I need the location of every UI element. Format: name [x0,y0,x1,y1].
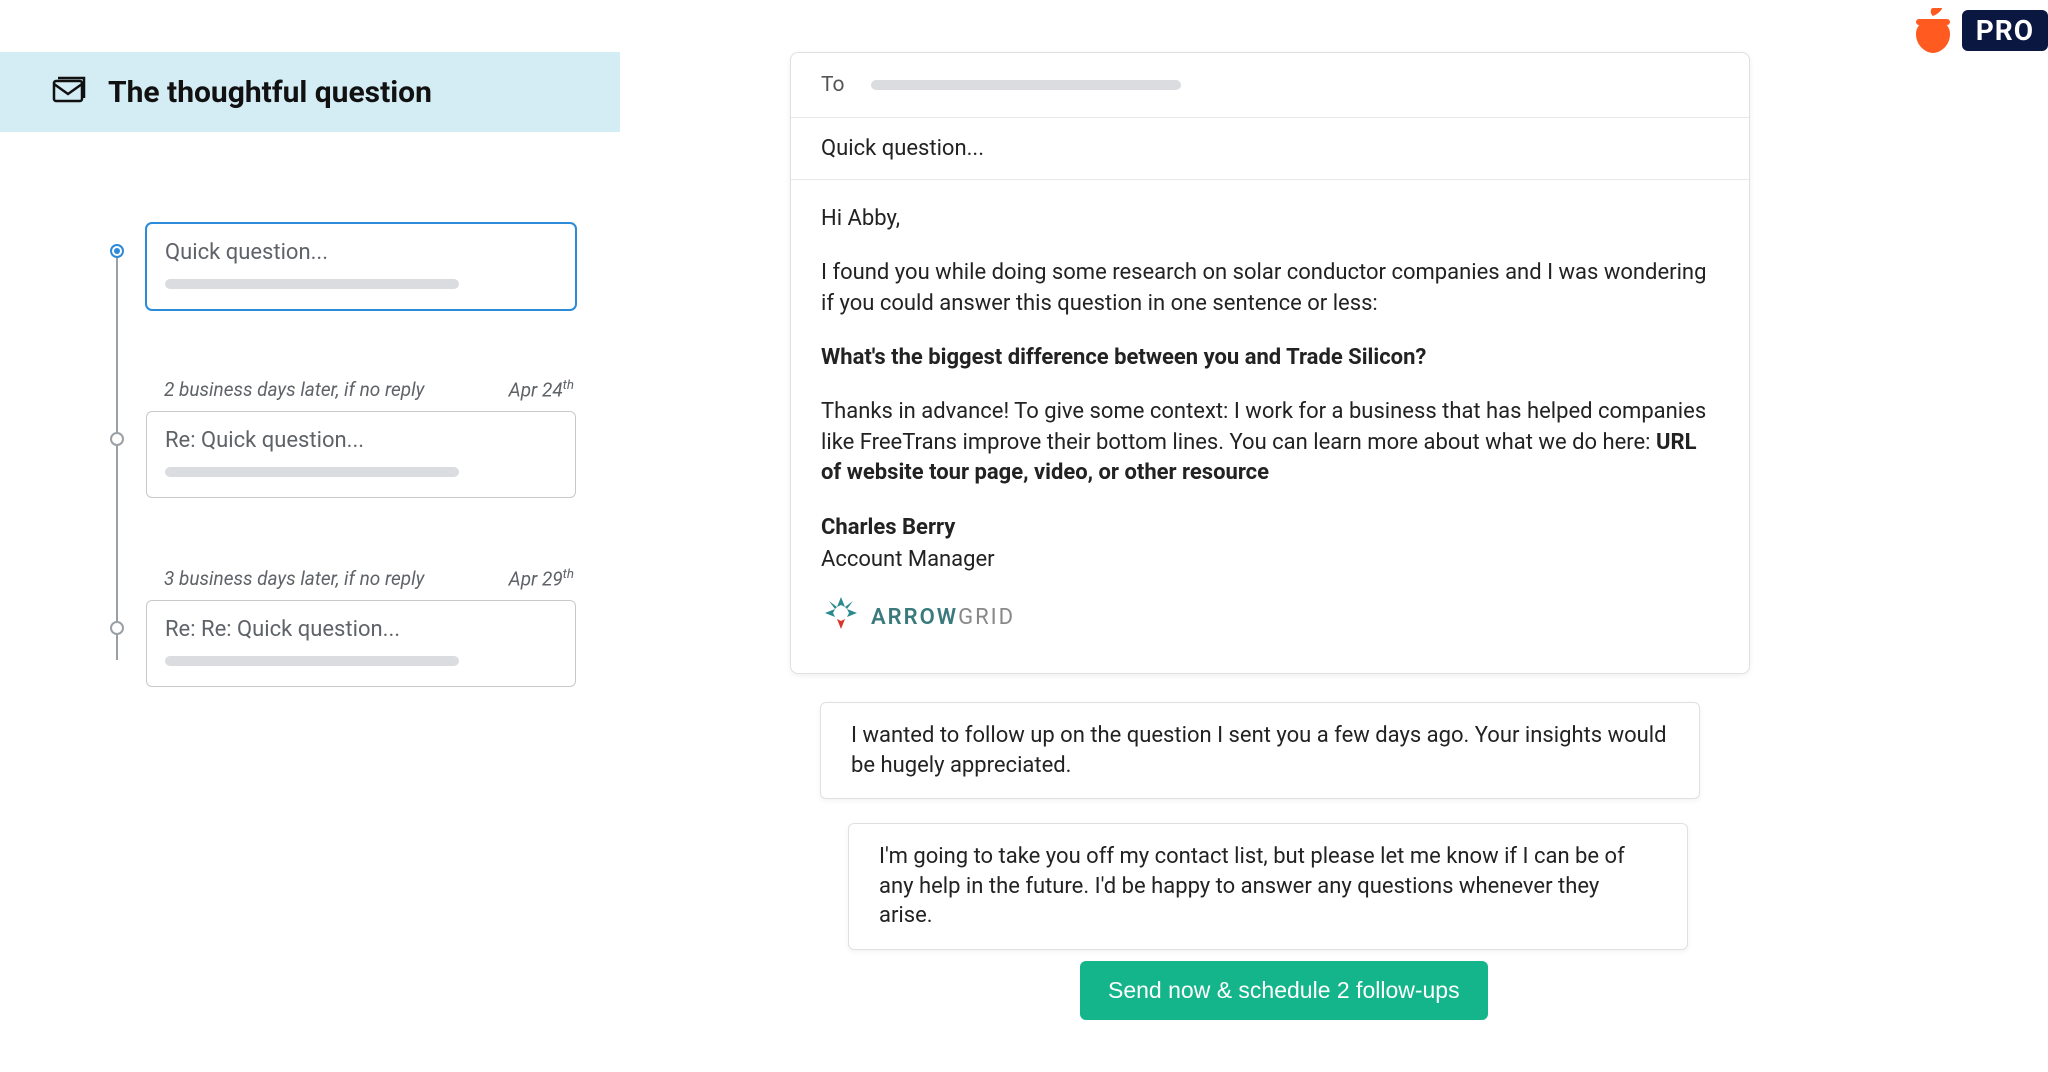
signature-name: Charles Berry [821,513,1719,543]
step-subject: Quick question... [165,240,557,265]
step-2-meta: 2 business days later, if no reply Apr 2… [164,378,574,401]
timeline-node-3 [110,621,124,635]
question-text: What's the biggest difference between yo… [821,343,1719,373]
followup-card-2[interactable]: I'm going to take you off my contact lis… [848,823,1688,950]
to-field-row[interactable]: To [791,53,1749,118]
followup-card-1[interactable]: I wanted to follow up on the question I … [820,702,1700,799]
pro-badge: PRO [1908,6,2048,54]
step-3-meta: 3 business days later, if no reply Apr 2… [164,567,574,590]
template-title: The thoughtful question [108,75,432,110]
followup-text: I wanted to follow up on the question I … [851,723,1667,778]
step-delay-label: 2 business days later, if no reply [164,378,424,401]
followup-text: I'm going to take you off my contact lis… [879,844,1625,928]
pro-label: PRO [1962,10,2048,51]
sequence-step-1[interactable]: Quick question... [146,223,576,310]
step-subject: Re: Re: Quick question... [165,617,557,642]
signature: Charles Berry Account Manager ARROWGRID [821,513,1719,643]
arrowgrid-icon [821,593,861,642]
timeline-line [116,250,118,660]
timeline-node-1 [110,244,124,258]
step-date: Apr 29th [509,567,574,590]
acorn-icon [1908,6,1958,54]
step-preview-placeholder [165,656,459,666]
sequence-step-2[interactable]: Re: Quick question... [146,411,576,498]
to-placeholder [871,80,1181,90]
context-text: Thanks in advance! To give some context:… [821,397,1719,488]
template-header: The thoughtful question [0,52,620,132]
sequence-step-3[interactable]: Re: Re: Quick question... [146,600,576,687]
to-label: To [821,73,845,97]
step-preview-placeholder [165,279,459,289]
company-name: ARROWGRID [871,603,1015,633]
greeting: Hi Abby, [821,204,1719,234]
email-body[interactable]: Hi Abby, I found you while doing some re… [791,180,1749,673]
send-button[interactable]: Send now & schedule 2 follow-ups [1080,961,1488,1020]
step-preview-placeholder [165,467,459,477]
step-delay-label: 3 business days later, if no reply [164,567,424,590]
envelope-icon [50,75,86,109]
step-subject: Re: Quick question... [165,428,557,453]
signature-logo: ARROWGRID [821,593,1719,642]
timeline-node-2 [110,432,124,446]
step-date: Apr 24th [509,378,574,401]
subject-field[interactable]: Quick question... [791,118,1749,180]
email-compose-panel: To Quick question... Hi Abby, I found yo… [790,52,1750,674]
signature-title: Account Manager [821,545,1719,575]
intro-text: I found you while doing some research on… [821,258,1719,319]
